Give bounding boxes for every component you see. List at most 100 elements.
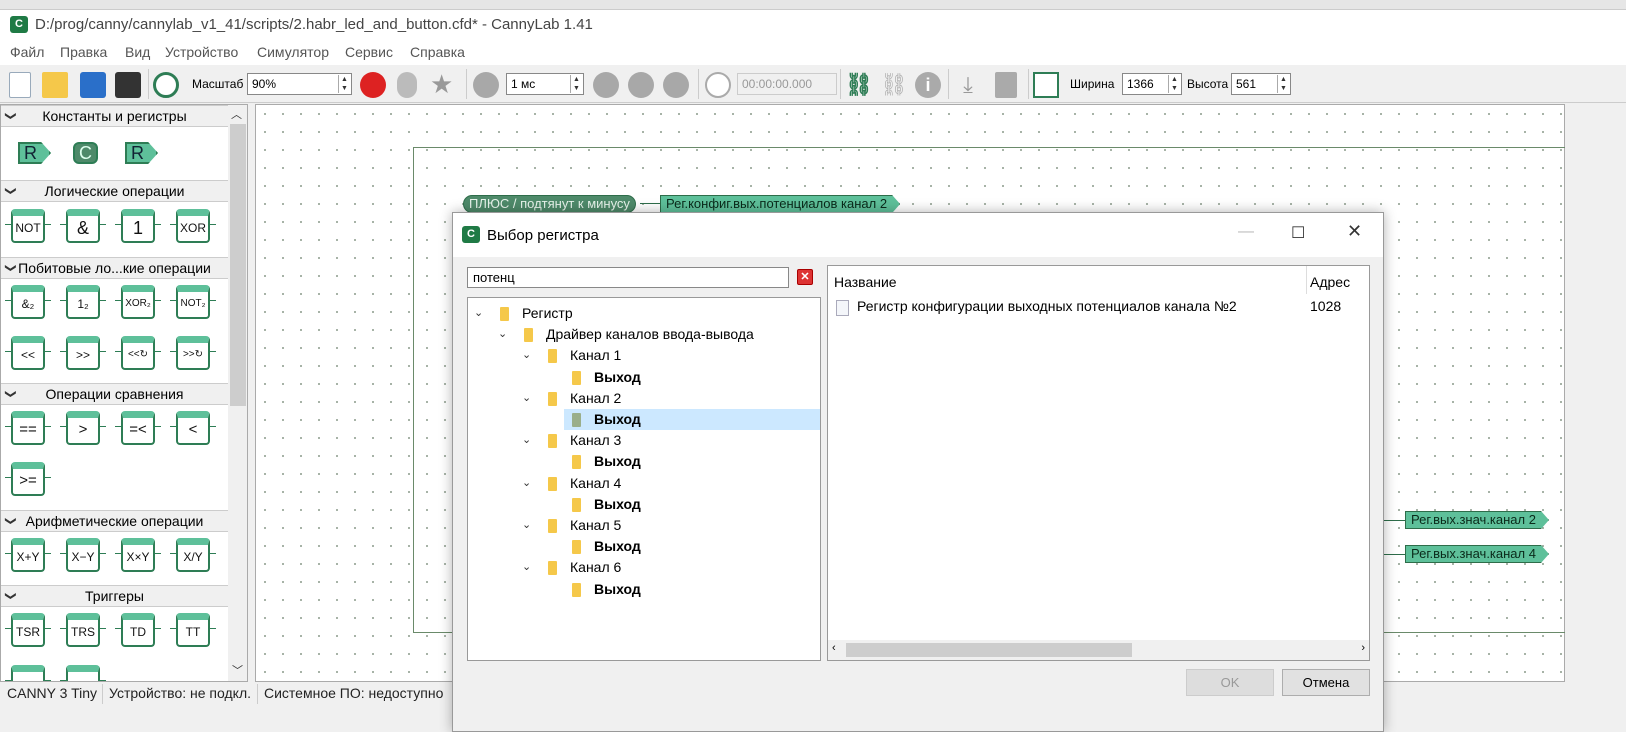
spin-arrows-icon[interactable]: ▲ ▼ xyxy=(570,75,582,93)
spin-arrows-icon[interactable]: ▲ ▼ xyxy=(1277,75,1289,93)
tree-item[interactable]: ⌄ Канал 1 xyxy=(468,345,820,366)
palette-block[interactable]: <<↻ xyxy=(115,336,161,370)
close-button[interactable]: ✕ xyxy=(1347,221,1362,242)
menu-view[interactable]: Вид xyxy=(125,44,150,60)
register-address[interactable]: 1028 xyxy=(1310,298,1341,314)
palette-block[interactable]: >= xyxy=(5,462,51,496)
chevron-down-icon[interactable]: ⌄ xyxy=(522,388,531,409)
minimize-button[interactable]: — xyxy=(1238,223,1254,241)
menu-simulator[interactable]: Симулятор xyxy=(257,44,329,60)
new-file-icon[interactable] xyxy=(9,72,31,98)
tree-item[interactable]: ⌄ Регистр xyxy=(468,303,820,324)
canvas-register-label[interactable]: Рег.вых.знач.канал 2 xyxy=(1405,511,1549,529)
register-name[interactable]: Регистр конфигурации выходных потенциало… xyxy=(857,298,1237,314)
palette-scrollbar-thumb[interactable] xyxy=(230,124,246,406)
canvas-size-icon[interactable] xyxy=(1033,72,1059,98)
maximize-button[interactable]: ☐ xyxy=(1291,223,1305,243)
chevron-down-icon[interactable]: ⌄ xyxy=(522,345,531,366)
height-input[interactable]: 561 ▲ ▼ xyxy=(1231,73,1291,95)
palette-block[interactable]: X/Y xyxy=(170,538,216,572)
palette-section-header[interactable]: ❯ Операции сравнения xyxy=(1,383,228,405)
scroll-right-icon[interactable]: › xyxy=(1361,642,1365,654)
scroll-down-icon[interactable]: ﹀ xyxy=(232,662,243,678)
palette-block[interactable]: == xyxy=(5,411,51,445)
palette-block[interactable]: NOT xyxy=(5,209,51,243)
restart-icon[interactable] xyxy=(628,72,654,98)
palette-block[interactable]: XOR xyxy=(170,209,216,243)
palette-block[interactable]: R xyxy=(18,142,51,164)
palette-block[interactable]: >>↻ xyxy=(170,336,216,370)
canvas-constant-label[interactable]: ПЛЮС / подтянут к минусу xyxy=(463,195,636,213)
info-icon[interactable]: i xyxy=(915,72,941,98)
canvas-register-label[interactable]: Рег.конфиг.вых.потенциалов канал 2 xyxy=(660,195,900,213)
palette-block[interactable]: X+Y xyxy=(5,538,51,572)
tree-item[interactable]: ⌄ Канал 6 xyxy=(468,557,820,578)
chevron-down-icon[interactable]: ⌄ xyxy=(522,430,531,451)
palette-block[interactable]: > xyxy=(60,411,106,445)
step-input[interactable]: 1 мс ▲ ▼ xyxy=(506,73,584,95)
palette-block[interactable]: < xyxy=(170,411,216,445)
scroll-left-icon[interactable]: ‹ xyxy=(832,642,836,654)
screenshot-icon[interactable] xyxy=(115,72,141,98)
step-forward-icon[interactable] xyxy=(593,72,619,98)
palette-block[interactable]: XOR₂ xyxy=(115,285,161,319)
palette-block[interactable]: & xyxy=(60,209,106,243)
menu-help[interactable]: Справка xyxy=(410,44,465,60)
chevron-down-icon[interactable]: ⌄ xyxy=(522,473,531,494)
menu-edit[interactable]: Правка xyxy=(60,44,107,60)
palette-block[interactable]: C xyxy=(73,142,98,164)
column-header-address[interactable]: Адрес xyxy=(1310,274,1350,290)
chevron-down-icon[interactable]: ⌄ xyxy=(522,557,531,578)
scrollbar-thumb[interactable] xyxy=(846,643,1132,657)
fit-view-icon[interactable] xyxy=(153,72,179,98)
tree-item[interactable]: Выход xyxy=(468,409,820,430)
palette-block[interactable]: =< xyxy=(115,411,161,445)
palette-block[interactable] xyxy=(5,665,51,681)
menu-device[interactable]: Устройство xyxy=(165,44,238,60)
palette-block[interactable]: TD xyxy=(115,613,161,647)
tree-item[interactable]: Выход xyxy=(468,451,820,472)
connect-link-icon[interactable]: ⛓ xyxy=(845,72,873,98)
canvas-register-label[interactable]: Рег.вых.знач.канал 4 xyxy=(1405,545,1549,563)
tree-item[interactable]: Выход xyxy=(468,494,820,515)
stop-icon[interactable] xyxy=(663,72,689,98)
palette-block[interactable]: X×Y xyxy=(115,538,161,572)
download-icon[interactable]: ⤓ xyxy=(955,72,981,98)
spin-arrows-icon[interactable]: ▲ ▼ xyxy=(338,75,350,93)
palette-block[interactable]: R xyxy=(125,142,158,164)
menu-file[interactable]: Файл xyxy=(10,44,44,60)
menu-service[interactable]: Сервис xyxy=(345,44,393,60)
ladybug-debug-icon[interactable] xyxy=(360,72,386,98)
list-horizontal-scrollbar[interactable]: ‹ › xyxy=(828,640,1369,660)
palette-block[interactable]: NOT₂ xyxy=(170,285,216,319)
palette-block[interactable]: 1₂ xyxy=(60,285,106,319)
palette-block[interactable]: TT xyxy=(170,613,216,647)
palette-section-header[interactable]: ❯ Арифметические операции xyxy=(1,510,228,532)
zoom-input[interactable]: 90% ▲ ▼ xyxy=(247,73,352,95)
ok-button[interactable]: OK xyxy=(1186,669,1274,696)
cancel-button[interactable]: Отмена xyxy=(1282,669,1370,696)
palette-block[interactable]: TSR xyxy=(5,613,51,647)
tree-item[interactable]: ⌄ Драйвер каналов ввода-вывода xyxy=(468,324,820,345)
play-icon[interactable] xyxy=(473,72,499,98)
tree-item[interactable]: Выход xyxy=(468,536,820,557)
chevron-down-icon[interactable]: ⌄ xyxy=(522,515,531,536)
tree-item[interactable]: ⌄ Канал 2 xyxy=(468,388,820,409)
width-input[interactable]: 1366 ▲ ▼ xyxy=(1122,73,1182,95)
tree-item[interactable]: ⌄ Канал 5 xyxy=(468,515,820,536)
spin-arrows-icon[interactable]: ▲ ▼ xyxy=(1168,75,1180,93)
palette-section-header[interactable]: ❯ Триггеры xyxy=(1,585,228,607)
trash-icon[interactable] xyxy=(995,72,1017,98)
search-icon[interactable] xyxy=(397,72,417,98)
palette-section-header[interactable]: ❯ Константы и регистры xyxy=(1,105,228,127)
palette-block[interactable]: X−Y xyxy=(60,538,106,572)
palette-block[interactable]: 1 xyxy=(115,209,161,243)
open-folder-icon[interactable] xyxy=(42,72,68,98)
tree-item[interactable]: ⌄ Канал 4 xyxy=(468,473,820,494)
column-header-name[interactable]: Название xyxy=(834,274,897,290)
palette-block[interactable]: &₂ xyxy=(5,285,51,319)
palette-block[interactable]: << xyxy=(5,336,51,370)
chevron-down-icon[interactable]: ⌄ xyxy=(474,303,483,324)
disconnect-link-icon[interactable]: ⛓ xyxy=(880,72,908,98)
palette-section-header[interactable]: ❯ Побитовые ло...кие операции xyxy=(1,257,228,279)
